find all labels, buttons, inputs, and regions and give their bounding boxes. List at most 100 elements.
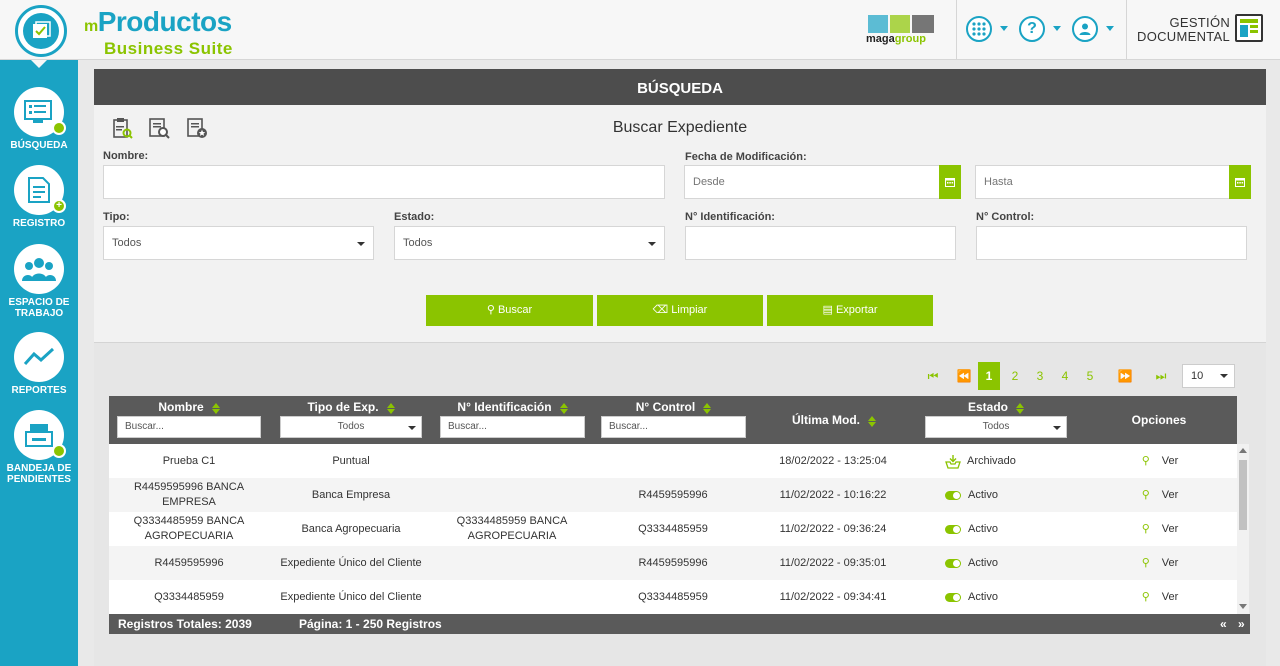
total-records: Registros Totales: 2039 xyxy=(118,617,252,631)
top-bar: mProductos Business Suite magagroup ? GE… xyxy=(0,0,1280,60)
sidebar-item-reportes[interactable]: REPORTES xyxy=(0,332,78,396)
filter-tipo-select[interactable]: Todos xyxy=(280,416,422,438)
search-doc-icon xyxy=(14,87,66,137)
tipo-label: Tipo: xyxy=(103,211,130,223)
view-button[interactable]: ⚲ Ver xyxy=(1095,546,1225,580)
cell-tipo: Expediente Único del Cliente xyxy=(280,590,422,603)
page-1-button[interactable]: 1 xyxy=(978,362,1000,390)
cell-nombre: Q3334485959 xyxy=(154,590,224,603)
table-row[interactable]: Q3334485959 Expediente Único del Cliente Q… xyxy=(109,580,1237,614)
toggle-on-icon[interactable] xyxy=(945,524,961,534)
col-control[interactable]: N° Control xyxy=(601,400,746,415)
help-glyph: ? xyxy=(1027,20,1037,37)
identificacion-input[interactable] xyxy=(685,226,956,260)
next-page-icon[interactable]: ⏩ xyxy=(1114,362,1136,390)
page-2-button[interactable]: 2 xyxy=(1004,362,1026,390)
module-title-line-1: GESTIÓN xyxy=(1169,15,1231,30)
sidebar-item-bandeja-pendientes[interactable]: BANDEJA DE PENDIENTES xyxy=(0,410,78,485)
toggle-on-icon[interactable] xyxy=(945,592,961,602)
estado-label: Activo xyxy=(968,590,998,603)
table-scrollbar[interactable] xyxy=(1237,444,1249,614)
filter-nombre-input[interactable]: Buscar... xyxy=(117,416,261,438)
last-page-icon[interactable]: ⏭ xyxy=(1150,362,1172,390)
page-3-button[interactable]: 3 xyxy=(1029,362,1051,390)
view-button[interactable]: ⚲ Ver xyxy=(1095,512,1225,546)
calendar-icon[interactable] xyxy=(939,165,961,199)
cell-estado: Activo xyxy=(945,546,1085,580)
export-file-icon: ▤ xyxy=(822,304,833,316)
app-logo-icon[interactable] xyxy=(15,5,67,57)
estado-select[interactable]: Todos xyxy=(394,226,665,260)
tipo-select-value: Todos xyxy=(112,237,142,249)
toggle-on-icon[interactable] xyxy=(945,558,961,568)
view-button[interactable]: ⚲ Ver xyxy=(1095,478,1225,512)
sidebar-item-espacio-trabajo[interactable]: ESPACIO DE TRABAJO xyxy=(0,244,78,319)
col-estado[interactable]: Estado xyxy=(925,400,1067,415)
apps-grid-icon[interactable] xyxy=(966,16,992,42)
view-label: Ver xyxy=(1161,488,1179,501)
first-page-icon[interactable]: ⏮ xyxy=(922,362,944,390)
filter-placeholder: Buscar... xyxy=(125,421,164,432)
module-title[interactable]: GESTIÓN DOCUMENTAL xyxy=(1137,16,1230,44)
buscar-button[interactable]: ⚲ Buscar xyxy=(426,295,593,326)
exportar-button[interactable]: ▤ Exportar xyxy=(767,295,933,326)
partner-word-2: group xyxy=(894,33,926,45)
control-input[interactable] xyxy=(976,226,1247,260)
help-icon[interactable]: ? xyxy=(1019,16,1045,42)
scroll-thumb[interactable] xyxy=(1239,460,1247,530)
hasta-date-input[interactable] xyxy=(975,165,1231,199)
filter-control-input[interactable]: Buscar... xyxy=(601,416,746,438)
toggle-on-icon[interactable] xyxy=(945,490,961,500)
col-tipo[interactable]: Tipo de Exp. xyxy=(280,400,422,415)
col-nombre[interactable]: Nombre xyxy=(117,400,261,415)
search-icon: ⚲ xyxy=(1141,488,1150,501)
cell-mod: 11/02/2022 - 10:16:22 xyxy=(779,488,887,501)
chevron-down-icon xyxy=(408,426,416,430)
desde-date-input[interactable] xyxy=(684,165,940,199)
divider xyxy=(1126,0,1127,60)
limpiar-button[interactable]: ⌫ Limpiar xyxy=(597,295,763,326)
sidebar-item-busqueda[interactable]: BÚSQUEDA xyxy=(0,87,78,151)
page-5-button[interactable]: 5 xyxy=(1079,362,1101,390)
page-4-button[interactable]: 4 xyxy=(1054,362,1076,390)
scroll-up-icon[interactable] xyxy=(1239,448,1247,453)
calendar-icon[interactable] xyxy=(1229,165,1251,199)
sidebar-item-registro[interactable]: + REGISTRO xyxy=(0,165,78,229)
sort-icon xyxy=(211,403,220,415)
view-button[interactable]: ⚲ Ver xyxy=(1095,580,1225,614)
cell-ident: Q3334485959 BANCA AGROPECUARIA xyxy=(456,515,568,542)
prev-page-icon[interactable]: ⏪ xyxy=(953,362,975,390)
nombre-input[interactable] xyxy=(103,165,665,199)
col-estado-label: Estado xyxy=(967,400,1008,414)
tipo-select[interactable]: Todos xyxy=(103,226,374,260)
col-tipo-label: Tipo de Exp. xyxy=(307,400,379,414)
col-ultima-mod-label: Última Mod. xyxy=(792,413,860,427)
cell-control: Q3334485959 xyxy=(638,522,708,535)
control-label: N° Control: xyxy=(976,211,1035,223)
footer-prev-button[interactable]: « xyxy=(1220,614,1227,634)
filter-estado-select[interactable]: Todos xyxy=(925,416,1067,438)
chevron-down-icon xyxy=(648,242,656,246)
user-profile-icon[interactable] xyxy=(1072,16,1098,42)
table-row[interactable]: Prueba C1 Puntual 18/02/2022 - 13:25:04 Arc… xyxy=(109,444,1237,478)
view-button[interactable]: ⚲ Ver xyxy=(1095,444,1225,478)
filter-identificacion-input[interactable]: Buscar... xyxy=(440,416,585,438)
table-row[interactable]: Q3334485959 BANCA AGROPECUARIA Banca Agro… xyxy=(109,512,1237,546)
chevron-down-icon[interactable] xyxy=(1000,26,1008,31)
col-ultima-mod[interactable]: Última Mod. xyxy=(764,413,904,428)
per-page-select[interactable]: 10 xyxy=(1182,364,1235,388)
table-row[interactable]: R4459595996 BANCA EMPRESA Banca Empresa R4… xyxy=(109,478,1237,512)
cell-estado: Activo xyxy=(945,478,1085,512)
footer-next-button[interactable]: » xyxy=(1238,614,1245,634)
filter-placeholder: Buscar... xyxy=(609,421,648,432)
scroll-down-icon[interactable] xyxy=(1239,604,1247,609)
buscar-button-label: Buscar xyxy=(497,304,533,316)
cell-tipo: Banca Empresa xyxy=(311,488,391,501)
chevron-down-icon[interactable] xyxy=(1106,26,1114,31)
exportar-button-label: Exportar xyxy=(835,304,878,316)
chevron-down-icon[interactable] xyxy=(1053,26,1061,31)
view-label: Ver xyxy=(1161,590,1179,603)
document-module-icon[interactable] xyxy=(1235,14,1263,42)
table-row[interactable]: R4459595996 Expediente Único del Cliente R… xyxy=(109,546,1237,580)
col-identificacion[interactable]: N° Identificación xyxy=(440,400,585,415)
